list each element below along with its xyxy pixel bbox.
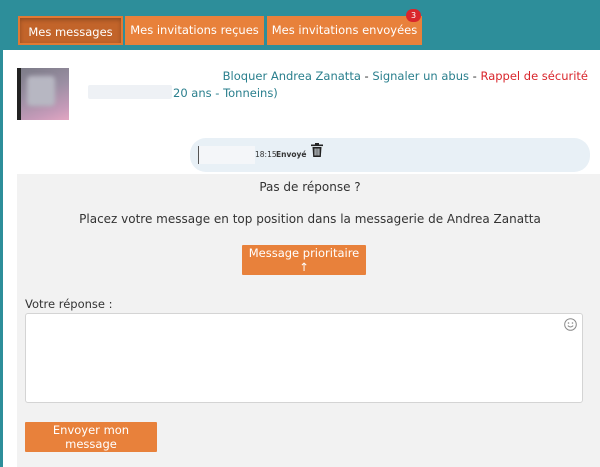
avatar-image bbox=[27, 76, 55, 106]
tab-bar: Mes messages Mes invitations reçues Mes … bbox=[3, 0, 600, 50]
tab-invitations-envoyees[interactable]: Mes invitations envoyées 3 bbox=[267, 9, 422, 45]
message-time: 18:15 bbox=[255, 150, 277, 159]
message-status: Envoyé bbox=[276, 150, 307, 159]
reply-textarea[interactable] bbox=[25, 313, 583, 403]
priority-promo-text: Placez votre message en top position dan… bbox=[79, 212, 541, 226]
message-text-blurred bbox=[198, 146, 255, 164]
reply-panel: Pas de réponse ? Placez votre message en… bbox=[17, 174, 600, 467]
safety-reminder-link[interactable]: Rappel de sécurité bbox=[480, 69, 588, 83]
avatar-edge bbox=[17, 68, 21, 120]
avatar[interactable] bbox=[17, 68, 69, 120]
report-abuse-link[interactable]: Signaler un abus bbox=[372, 69, 469, 83]
reply-label: Votre réponse : bbox=[25, 297, 113, 311]
tab-label: Mes messages bbox=[28, 25, 113, 39]
tab-mes-messages[interactable]: Mes messages bbox=[18, 16, 123, 45]
priority-message-button[interactable]: Message prioritaire ↑ bbox=[242, 245, 366, 275]
trash-icon[interactable] bbox=[311, 143, 323, 157]
separator: - bbox=[360, 69, 373, 83]
separator: - bbox=[469, 69, 481, 83]
profile-age-location: 20 ans - Tonneins) bbox=[173, 86, 278, 100]
tab-label: Mes invitations envoyées bbox=[271, 23, 418, 37]
notification-badge: 3 bbox=[406, 9, 421, 22]
page-frame: Mes messages Mes invitations reçues Mes … bbox=[0, 0, 600, 467]
emoji-icon[interactable] bbox=[564, 318, 577, 331]
profile-actions: Bloquer Andrea Zanatta - Signaler un abu… bbox=[223, 69, 588, 83]
no-reply-heading: Pas de réponse ? bbox=[259, 180, 361, 194]
send-message-button[interactable]: Envoyer mon message bbox=[25, 422, 157, 452]
sent-message-bubble: 18:15 Envoyé bbox=[190, 138, 590, 172]
block-user-link[interactable]: Bloquer Andrea Zanatta bbox=[223, 69, 361, 83]
tab-label: Mes invitations reçues bbox=[130, 23, 259, 37]
profile-name-blurred bbox=[88, 85, 172, 99]
tab-invitations-recues[interactable]: Mes invitations reçues bbox=[125, 16, 264, 45]
